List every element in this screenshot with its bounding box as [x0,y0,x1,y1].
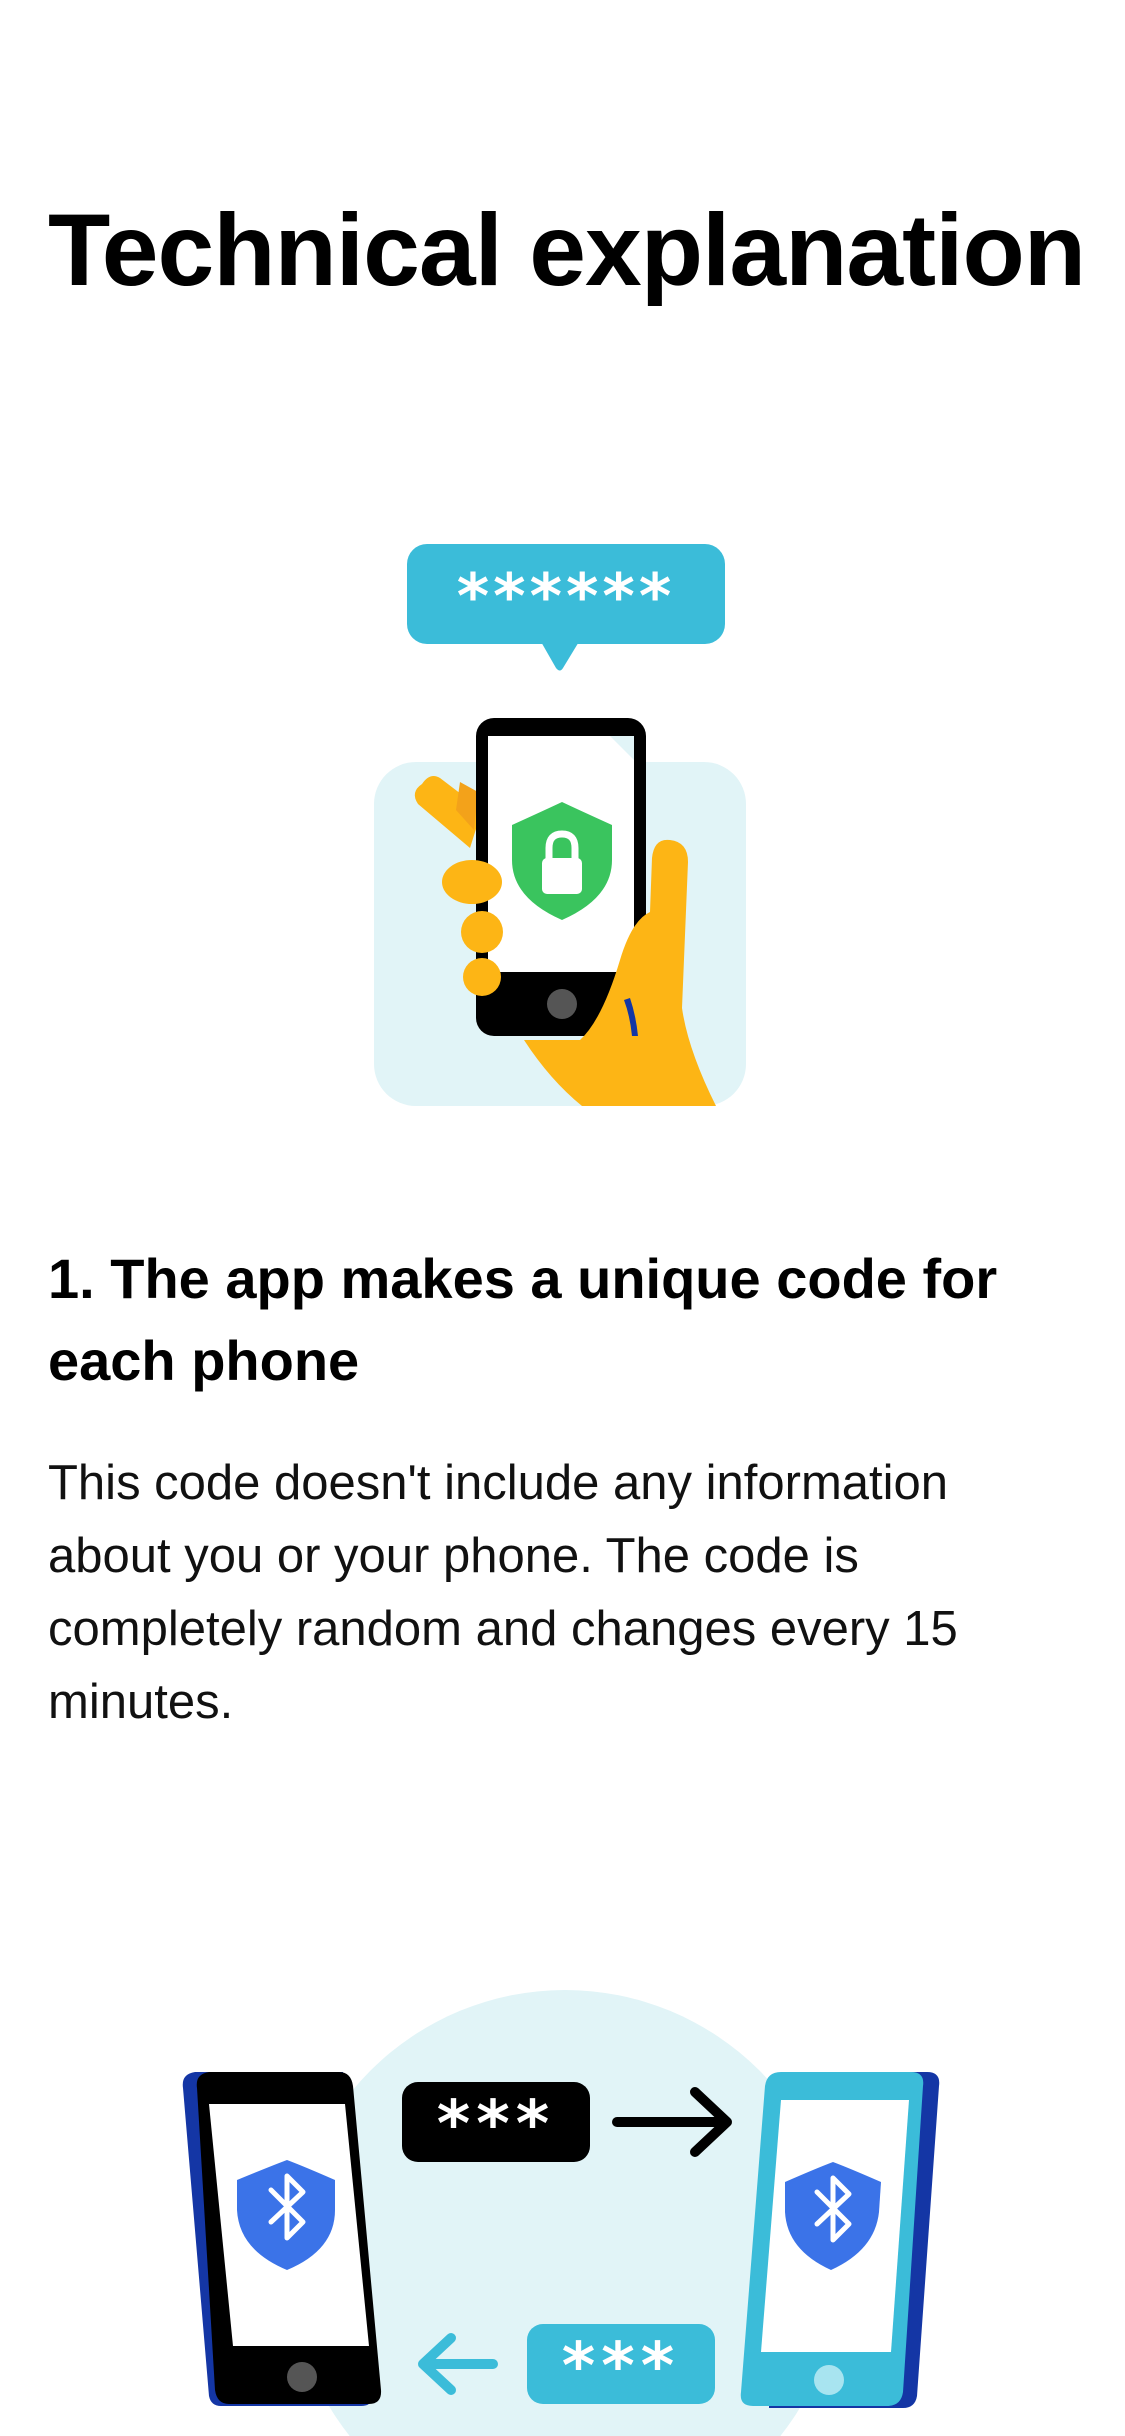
page-title: Technical explanation [48,193,1086,307]
unique-code-illustration: ****** [370,540,754,1110]
incoming-code-text: *** [562,2330,680,2404]
speech-bubble-icon: ****** [407,544,725,671]
incoming-code-badge: *** [527,2324,715,2404]
outgoing-code-text: *** [437,2088,555,2162]
section-body: This code doesn't include any informatio… [48,1456,958,1729]
section-heading: 1. The app makes a unique code for each … [48,1247,998,1392]
code-bubble-text: ****** [457,560,676,633]
outgoing-code-badge: *** [402,2082,590,2162]
code-exchange-illustration: *** *** [175,1960,955,2436]
